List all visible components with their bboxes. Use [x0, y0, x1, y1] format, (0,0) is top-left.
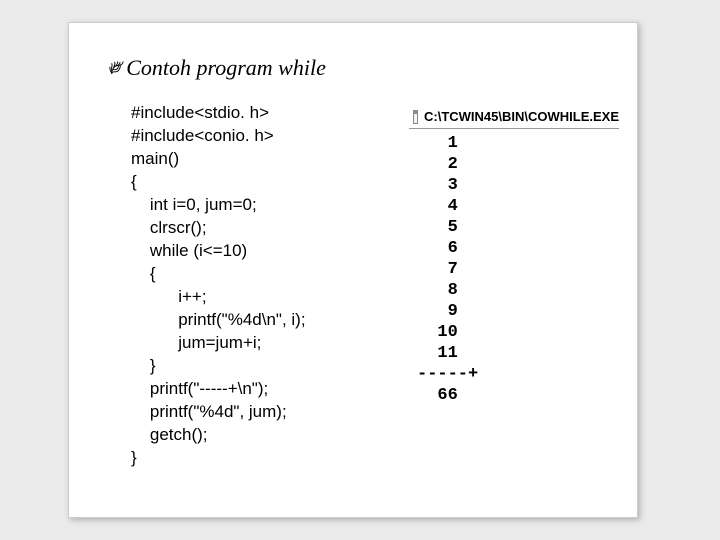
output-window: C:\TCWIN45\BIN\COWHILE.EXE 1 2 3 4 5 6 7…	[409, 105, 619, 412]
window-icon	[413, 110, 418, 124]
slide-heading: ༗Contoh program while	[109, 43, 326, 105]
slide: ༗Contoh program while #include<stdio. h>…	[68, 22, 638, 518]
bullet-symbol: ༗	[109, 55, 124, 80]
output-body: 1 2 3 4 5 6 7 8 9 10 11 -----+ 66	[409, 129, 619, 412]
heading-text: Contoh program while	[126, 55, 326, 80]
code-block: #include<stdio. h> #include<conio. h> ma…	[131, 101, 306, 469]
titlebar: C:\TCWIN45\BIN\COWHILE.EXE	[409, 105, 619, 129]
window-title: C:\TCWIN45\BIN\COWHILE.EXE	[424, 109, 619, 124]
